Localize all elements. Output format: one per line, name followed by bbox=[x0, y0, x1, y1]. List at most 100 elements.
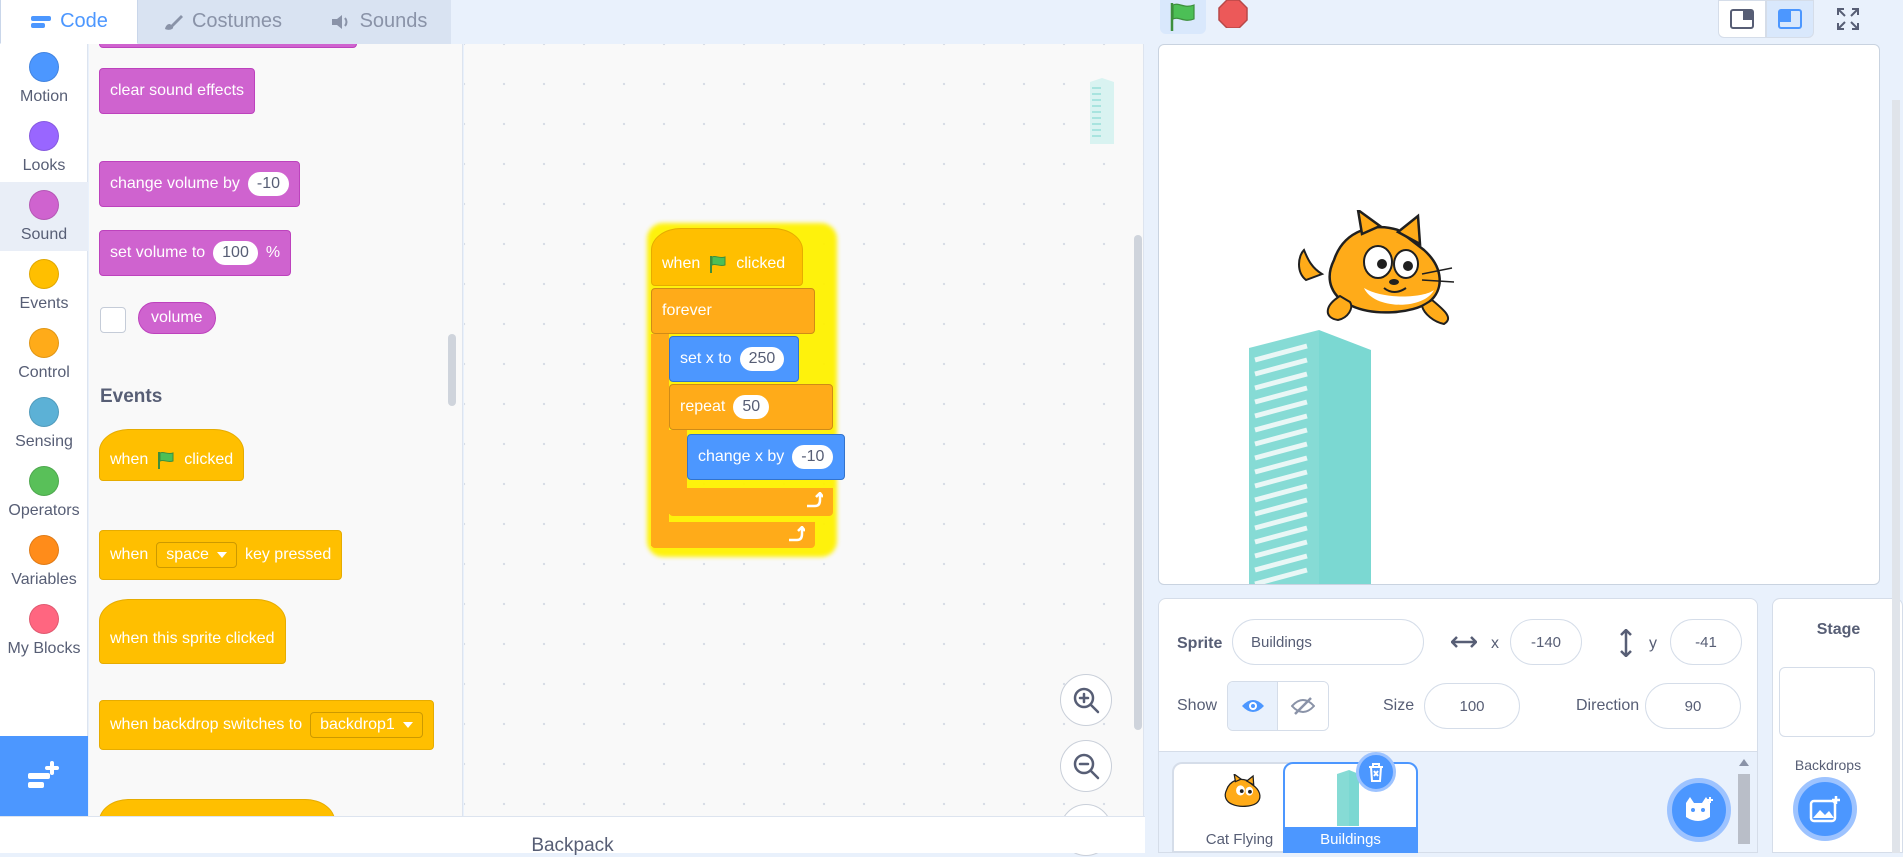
building-sprite[interactable] bbox=[1249, 330, 1379, 585]
fullscreen-button[interactable] bbox=[1828, 0, 1868, 38]
loop-arrow-icon bbox=[807, 492, 823, 508]
tab-costumes[interactable]: Costumes bbox=[137, 0, 307, 44]
small-stage-button[interactable] bbox=[1718, 0, 1766, 38]
add-sprite-cat-icon bbox=[1686, 797, 1713, 821]
code-icon bbox=[31, 15, 52, 28]
block-label: when backdrop switches to bbox=[110, 716, 303, 733]
category-sound[interactable]: Sound bbox=[0, 182, 88, 251]
category-sensing[interactable]: Sensing bbox=[0, 389, 88, 458]
green-flag-button[interactable] bbox=[1160, 0, 1206, 34]
add-extension-button[interactable] bbox=[0, 736, 88, 816]
cat-flying-sprite[interactable] bbox=[1294, 210, 1459, 330]
sprite-list-scrollbar[interactable] bbox=[1738, 754, 1750, 844]
category-looks[interactable]: Looks bbox=[0, 113, 88, 182]
x-position-input[interactable]: -140 bbox=[1510, 619, 1582, 665]
visibility-toggle bbox=[1227, 681, 1329, 731]
change-x-input[interactable]: -10 bbox=[792, 445, 834, 469]
y-position-input[interactable]: -41 bbox=[1670, 619, 1742, 665]
percent-label: % bbox=[265, 244, 281, 261]
script-area[interactable]: when clicked forever set x to 250 repeat… bbox=[464, 44, 1144, 856]
sprite-name-input[interactable]: Buildings bbox=[1232, 619, 1424, 665]
block-label: when bbox=[110, 546, 149, 563]
large-stage-button[interactable] bbox=[1766, 0, 1814, 38]
delete-sprite-button[interactable] bbox=[1356, 752, 1396, 792]
script-set-x[interactable]: set x to 250 bbox=[669, 336, 799, 382]
events-section-title: Events bbox=[100, 386, 163, 407]
x-label: x bbox=[1491, 635, 1499, 652]
repeat-count-input[interactable]: 50 bbox=[733, 395, 770, 419]
sprite-label: Sprite bbox=[1177, 635, 1223, 652]
direction-input[interactable]: 90 bbox=[1645, 683, 1741, 729]
show-hidden-button[interactable] bbox=[1278, 682, 1328, 730]
volume-set-input[interactable]: 100 bbox=[213, 241, 258, 265]
block-label: repeat bbox=[680, 398, 726, 415]
block-label: when bbox=[110, 451, 149, 468]
choose-sprite-button[interactable] bbox=[1667, 778, 1731, 842]
block-when-sprite-clicked[interactable]: when this sprite clicked bbox=[99, 599, 286, 664]
block-change-volume[interactable]: change volume by -10 bbox=[99, 161, 300, 207]
fullscreen-icon bbox=[1837, 8, 1859, 30]
script-forever[interactable]: forever bbox=[651, 288, 815, 334]
zoom-in-button[interactable] bbox=[1060, 674, 1112, 726]
block-label: change x by bbox=[698, 448, 785, 465]
backpack-label: Backpack bbox=[531, 835, 614, 856]
sprite-thumb-buildings[interactable]: Buildings bbox=[1283, 762, 1418, 853]
stage-canvas[interactable] bbox=[1158, 44, 1880, 585]
category-events[interactable]: Events bbox=[0, 251, 88, 320]
tab-sounds-label: Sounds bbox=[359, 10, 428, 32]
category-control[interactable]: Control bbox=[0, 320, 88, 389]
stage-backdrop-thumb[interactable] bbox=[1779, 667, 1875, 737]
size-input[interactable]: 100 bbox=[1424, 683, 1520, 729]
block-label: key pressed bbox=[244, 546, 332, 563]
block-set-volume[interactable]: set volume to 100 % bbox=[99, 230, 292, 276]
green-flag-icon bbox=[158, 451, 174, 469]
block-when-flag-clicked[interactable]: when clicked bbox=[99, 429, 245, 481]
page-scrollbar[interactable] bbox=[1892, 100, 1900, 853]
sound-dot-icon bbox=[29, 189, 59, 220]
reporter-volume[interactable]: volume bbox=[138, 302, 216, 334]
key-dropdown[interactable]: space bbox=[156, 542, 237, 568]
stage-target-panel[interactable]: Stage Backdrops bbox=[1772, 598, 1903, 853]
cat-thumbnail bbox=[1224, 774, 1261, 807]
large-stage-icon bbox=[1778, 9, 1802, 29]
palette-scrollbar[interactable] bbox=[448, 334, 456, 406]
choose-backdrop-button[interactable] bbox=[1793, 777, 1857, 841]
partial-sound-block[interactable] bbox=[99, 44, 357, 48]
stop-icon bbox=[1218, 0, 1248, 28]
script-change-x[interactable]: change x by -10 bbox=[687, 434, 845, 480]
script-scrollbar[interactable] bbox=[1134, 235, 1142, 730]
volume-monitor-checkbox[interactable] bbox=[100, 307, 126, 333]
backpack-bar[interactable]: Backpack bbox=[0, 816, 1145, 856]
forever-bottom bbox=[651, 522, 815, 548]
category-label: Control bbox=[18, 363, 70, 381]
sprite-watermark-icon bbox=[1090, 78, 1114, 144]
category-motion[interactable]: Motion bbox=[0, 44, 88, 113]
category-label: My Blocks bbox=[7, 639, 81, 657]
script-repeat[interactable]: repeat 50 bbox=[669, 384, 833, 430]
sprite-info-panel: Sprite Buildings x -140 y -41 Show Size … bbox=[1158, 598, 1758, 752]
brush-icon bbox=[164, 14, 183, 30]
direction-label: Direction bbox=[1576, 697, 1640, 714]
category-label: Operators bbox=[8, 501, 80, 519]
set-x-input[interactable]: 250 bbox=[739, 347, 785, 371]
control-dot-icon bbox=[29, 327, 59, 358]
category-my-blocks[interactable]: My Blocks bbox=[0, 596, 88, 665]
tab-code[interactable]: Code bbox=[0, 0, 138, 44]
volume-change-input[interactable]: -10 bbox=[247, 172, 289, 196]
category-variables[interactable]: Variables bbox=[0, 527, 88, 596]
zoom-out-button[interactable] bbox=[1060, 740, 1112, 792]
block-clear-sound-effects[interactable]: clear sound effects bbox=[99, 68, 256, 114]
category-operators[interactable]: Operators bbox=[0, 458, 88, 527]
block-when-backdrop-switches[interactable]: when backdrop switches to backdrop1 bbox=[99, 700, 434, 750]
show-visible-button[interactable] bbox=[1228, 682, 1279, 730]
stop-button[interactable] bbox=[1216, 0, 1250, 28]
partial-event-block[interactable] bbox=[99, 799, 335, 816]
reporter-label: volume bbox=[151, 309, 203, 326]
script-when-flag-clicked[interactable]: when clicked bbox=[651, 228, 803, 286]
backdrop-dropdown[interactable]: backdrop1 bbox=[310, 712, 423, 738]
category-label: Sensing bbox=[15, 432, 73, 450]
block-when-key-pressed[interactable]: when space key pressed bbox=[99, 530, 343, 580]
sprite-list-scroll-thumb[interactable] bbox=[1738, 774, 1750, 844]
stage-header bbox=[1158, 0, 1903, 44]
tab-sounds[interactable]: Sounds bbox=[306, 0, 451, 44]
